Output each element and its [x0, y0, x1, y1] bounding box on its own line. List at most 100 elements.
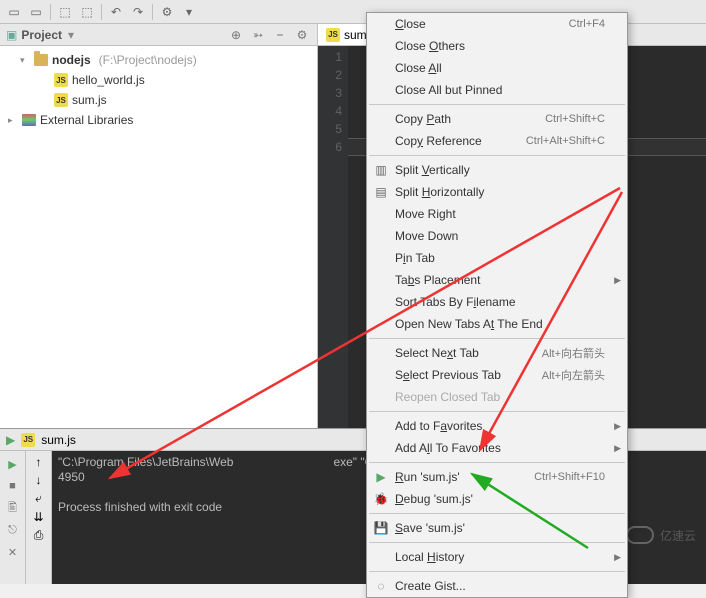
- chevron-down-icon[interactable]: ▾: [68, 28, 74, 42]
- js-file-icon: [21, 433, 35, 447]
- locate-icon[interactable]: ➳: [249, 26, 267, 44]
- menu-item-shortcut: Ctrl+Shift+C: [545, 113, 605, 125]
- context-menu-item: Reopen Closed Tab: [367, 386, 627, 408]
- run-output-gutter: ↑ ↓ ⤶ ⇊ ⎙: [26, 451, 52, 584]
- hide-icon[interactable]: ⎯: [271, 26, 289, 44]
- toolbar-button[interactable]: ⚙: [157, 2, 177, 22]
- project-panel-header: ▣ Project ▾ ⊕ ➳ ⎯ ⚙: [0, 24, 317, 46]
- external-libraries-node[interactable]: ▸ External Libraries: [0, 110, 317, 130]
- context-menu-item[interactable]: ▶Run 'sum.js'Ctrl+Shift+F10: [367, 466, 627, 488]
- submenu-arrow-icon: ▶: [614, 275, 621, 286]
- context-menu-item[interactable]: Add All To Favorites▶: [367, 437, 627, 459]
- menu-separator: [369, 411, 625, 412]
- submenu-arrow-icon: ▶: [614, 552, 621, 563]
- run-action-gutter: ▶ ■ 🖺 ⎋ ✕: [0, 451, 26, 584]
- toolbar-button[interactable]: ▭: [4, 2, 24, 22]
- split-v-icon: ▥: [373, 163, 389, 177]
- context-menu-item[interactable]: Select Previous TabAlt+向左箭头: [367, 364, 627, 386]
- menu-separator: [369, 462, 625, 463]
- menu-separator: [369, 542, 625, 543]
- save-icon: 💾: [373, 521, 389, 535]
- context-menu-item[interactable]: ◌Create Gist...: [367, 575, 627, 597]
- project-panel-title: Project: [21, 28, 62, 42]
- context-menu-item[interactable]: ▤Split Horizontally: [367, 181, 627, 203]
- menu-item-label: Save 'sum.js': [395, 521, 465, 535]
- link-icon[interactable]: ⎋: [4, 521, 22, 539]
- run-icon: ▶: [6, 433, 15, 447]
- toolbar-button[interactable]: ↶: [106, 2, 126, 22]
- file-node-hello-world[interactable]: hello_world.js: [0, 70, 317, 90]
- toolbar-button[interactable]: ▾: [179, 2, 199, 22]
- line-number: 1: [318, 48, 342, 66]
- toolbar-button[interactable]: ⬚: [77, 2, 97, 22]
- context-menu-item[interactable]: Close All but Pinned: [367, 79, 627, 101]
- up-icon[interactable]: ↑: [36, 455, 42, 469]
- context-menu-item[interactable]: ▥Split Vertically: [367, 159, 627, 181]
- menu-item-label: Sort Tabs By Filename: [395, 295, 516, 309]
- dump-icon[interactable]: 🖺: [4, 499, 22, 517]
- menu-item-shortcut: Ctrl+Shift+F10: [534, 471, 605, 483]
- watermark-text: 亿速云: [660, 527, 696, 544]
- project-tree: ▾ nodejs (F:\Project\nodejs) hello_world…: [0, 46, 317, 134]
- context-menu-item[interactable]: 🐞Debug 'sum.js': [367, 488, 627, 510]
- gist-icon: ◌: [373, 579, 389, 593]
- context-menu-item[interactable]: Local History▶: [367, 546, 627, 568]
- project-tool-window: ▣ Project ▾ ⊕ ➳ ⎯ ⚙ ▾ nodejs (F:\Project…: [0, 24, 318, 428]
- menu-item-shortcut: Alt+向左箭头: [542, 367, 605, 383]
- cloud-icon: [626, 526, 654, 544]
- context-menu-item[interactable]: CloseCtrl+F4: [367, 13, 627, 35]
- collapse-icon[interactable]: ⊕: [227, 26, 245, 44]
- editor-tab-context-menu: CloseCtrl+F4Close OthersClose AllClose A…: [366, 12, 628, 598]
- print-icon[interactable]: ⎙: [34, 528, 44, 543]
- wrap-icon[interactable]: ⤶: [35, 491, 42, 506]
- submenu-arrow-icon: ▶: [614, 421, 621, 432]
- context-menu-item[interactable]: Open New Tabs At The End: [367, 313, 627, 335]
- menu-item-label: Run 'sum.js': [395, 470, 460, 484]
- console-line: "C:\Program Files\JetBrains\Web exe" "C:…: [58, 455, 380, 469]
- down-icon[interactable]: ↓: [36, 473, 42, 487]
- menu-item-label: Tabs Placement: [395, 273, 480, 287]
- watermark: 亿速云: [626, 526, 696, 544]
- close-run-icon[interactable]: ✕: [4, 543, 22, 561]
- toolbar-button[interactable]: ↷: [128, 2, 148, 22]
- file-node-sum[interactable]: sum.js: [0, 90, 317, 110]
- menu-separator: [369, 571, 625, 572]
- context-menu-item[interactable]: Pin Tab: [367, 247, 627, 269]
- library-icon: [22, 114, 36, 126]
- menu-separator: [369, 513, 625, 514]
- project-root-path: (F:\Project\nodejs): [99, 53, 197, 67]
- context-menu-item[interactable]: Move Right: [367, 203, 627, 225]
- js-file-icon: [54, 73, 68, 87]
- context-menu-item[interactable]: Sort Tabs By Filename: [367, 291, 627, 313]
- menu-item-label: Move Right: [395, 207, 456, 221]
- context-menu-item[interactable]: Add to Favorites▶: [367, 415, 627, 437]
- line-number: 3: [318, 84, 342, 102]
- context-menu-item[interactable]: Copy ReferenceCtrl+Alt+Shift+C: [367, 130, 627, 152]
- menu-item-shortcut: Alt+向右箭头: [542, 345, 605, 361]
- menu-item-label: Split Horizontally: [395, 185, 484, 199]
- context-menu-item[interactable]: Select Next TabAlt+向右箭头: [367, 342, 627, 364]
- scroll-icon[interactable]: ⇊: [33, 510, 43, 524]
- file-label: sum.js: [72, 93, 107, 107]
- context-menu-item[interactable]: Close All: [367, 57, 627, 79]
- toolbar-button[interactable]: ⬚: [55, 2, 75, 22]
- expand-arrow-icon[interactable]: ▸: [8, 115, 18, 126]
- context-menu-item[interactable]: Tabs Placement ▶: [367, 269, 627, 291]
- menu-item-label: Reopen Closed Tab: [395, 390, 500, 404]
- gear-icon[interactable]: ⚙: [293, 26, 311, 44]
- context-menu-item[interactable]: 💾 Save 'sum.js': [367, 517, 627, 539]
- project-root-node[interactable]: ▾ nodejs (F:\Project\nodejs): [0, 50, 317, 70]
- menu-item-label: Copy Reference: [395, 134, 482, 148]
- context-menu-item[interactable]: Copy Path Ctrl+Shift+C: [367, 108, 627, 130]
- line-number: 5: [318, 120, 342, 138]
- toolbar-button[interactable]: ▭: [26, 2, 46, 22]
- expand-arrow-icon[interactable]: ▾: [20, 55, 30, 66]
- stop-icon[interactable]: ■: [4, 477, 22, 495]
- menu-item-label: Add All To Favorites: [395, 441, 501, 455]
- menu-item-label: Debug 'sum.js': [395, 492, 473, 506]
- context-menu-item[interactable]: Move Down: [367, 225, 627, 247]
- context-menu-item[interactable]: Close Others: [367, 35, 627, 57]
- menu-item-label: Close: [395, 17, 426, 31]
- menu-item-label: Copy Path: [395, 112, 451, 126]
- rerun-icon[interactable]: ▶: [4, 455, 22, 473]
